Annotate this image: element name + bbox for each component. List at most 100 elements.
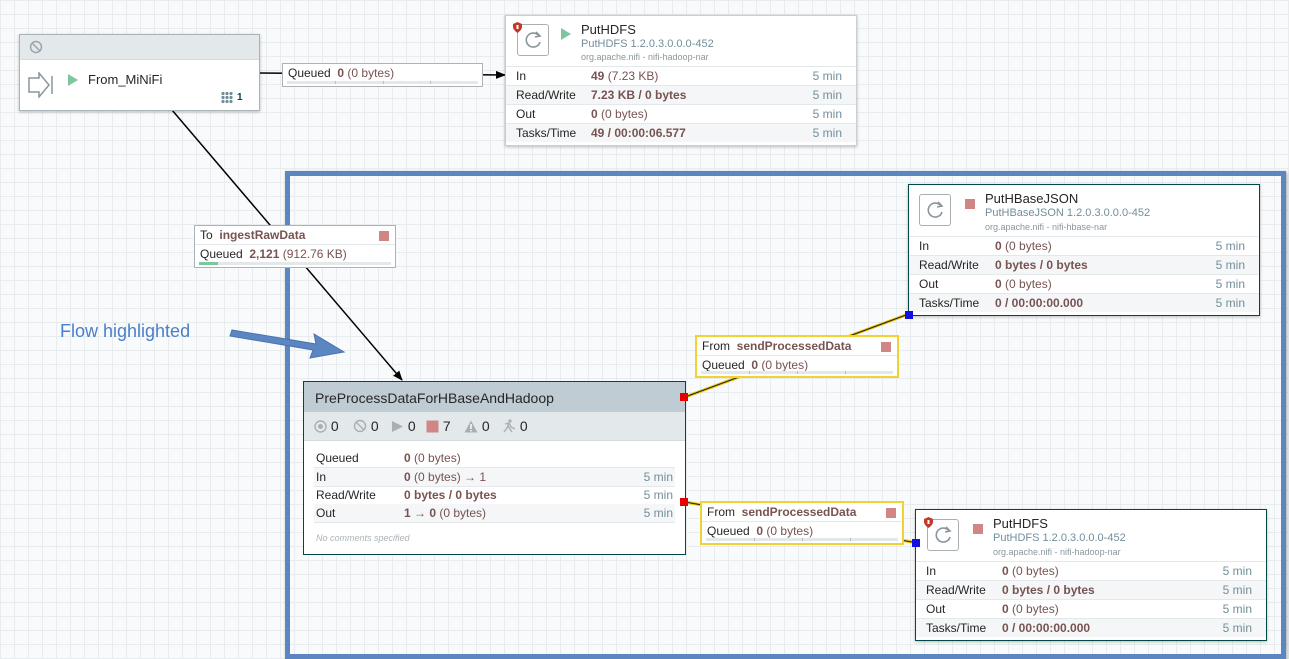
connection-label-top[interactable]: Queued 0 (0 bytes) [282, 63, 483, 87]
processor-type: PutHDFS 1.2.0.3.0.0.0-452 [993, 532, 1126, 544]
input-port-name: From_MiNiFi [88, 72, 163, 87]
processor-name: PutHDFS [581, 22, 636, 37]
stat-row-tasks: Tasks/Time 0 / 00:00:00.000 5 min [909, 293, 1259, 312]
stopped-icon [965, 199, 975, 209]
stat-row-tasks: Tasks/Time 0 / 00:00:00.000 5 min [916, 618, 1266, 637]
processor-icon [919, 194, 951, 226]
stat-row-in: In 0 (0 bytes) 5 min [909, 236, 1259, 255]
process-group-name: PreProcessDataForHBaseAndHadoop [315, 390, 554, 406]
refresh-icon [525, 31, 542, 48]
from-name: sendProcessedData [736, 339, 852, 353]
process-group-status-bar: 0 0 0 7 0 0 [304, 412, 685, 441]
queued-label: Queued [707, 524, 750, 538]
input-port-card[interactable]: From_MiNiFi 1 [19, 34, 260, 111]
running-icon [392, 421, 403, 432]
destination-port-icon [912, 539, 920, 547]
process-group[interactable]: PreProcessDataForHBaseAndHadoop 0 0 0 7 … [303, 381, 686, 555]
transmitting-icon [314, 420, 327, 433]
restricted-shield-icon [513, 22, 522, 33]
processor-stats: In 0 (0 bytes) 5 min Read/Write 0 bytes / 0… [909, 236, 1259, 312]
stopped-icon [973, 524, 983, 534]
pg-row-out: Out 1 → 0 (0 bytes) 5 min [314, 504, 675, 523]
queue-bar [706, 538, 898, 541]
processor-puthdfs-top[interactable]: PutHDFS PutHDFS 1.2.0.3.0.0.0-452 org.ap… [505, 15, 857, 146]
invalid-status: 0 [464, 418, 490, 434]
stat-row-in: In 0 (0 bytes) 5 min [916, 561, 1266, 580]
pg-row-readwrite: Read/Write 0 bytes / 0 bytes 5 min [314, 486, 675, 505]
processor-stats: In 49 (7.23 KB) 5 min Read/Write 7.23 KB / … [506, 66, 856, 142]
disabled-icon [503, 419, 516, 433]
input-port-icon [28, 72, 53, 98]
input-port-header [20, 35, 259, 60]
stat-row-out: Out 0 (0 bytes) 5 min [506, 104, 856, 123]
processor-type: PutHBaseJSON 1.2.0.3.0.0.0-452 [985, 207, 1151, 219]
stat-row-tasks: Tasks/Time 49 / 00:00:06.577 5 min [506, 123, 856, 142]
pg-row-in: In 0 (0 bytes) → 15 min [314, 468, 675, 487]
to-name: ingestRawData [219, 228, 306, 242]
processor-puthbasejson[interactable]: PutHBaseJSON PutHBaseJSON 1.2.0.3.0.0.0-… [908, 184, 1260, 316]
processor-name: PutHBaseJSON [985, 191, 1079, 206]
running-icon [561, 28, 571, 40]
not-transmitting-icon [353, 419, 367, 433]
stopped-icon [426, 420, 439, 433]
disabled-icon [29, 40, 43, 54]
queued-size: (0 bytes) [347, 66, 395, 80]
processor-bundle: org.apache.nifi - nifi-hadoop-nar [993, 547, 1121, 557]
stopped-status: 7 [426, 418, 451, 434]
destination-port-icon [905, 311, 913, 319]
processor-stats: In 0 (0 bytes) 5 min Read/Write 0 bytes / 0… [916, 561, 1266, 637]
queued-size: (0 bytes) [766, 524, 814, 538]
queued-size: (912.76 KB) [282, 247, 347, 261]
queued-label: Queued [200, 247, 243, 261]
from-label: From [707, 505, 735, 519]
restricted-shield-icon [924, 517, 933, 528]
transmitting-status: 0 [314, 418, 339, 434]
processor-type: PutHDFS 1.2.0.3.0.0.0-452 [581, 38, 714, 50]
disabled-status: 0 [503, 418, 528, 434]
processor-bundle: org.apache.nifi - nifi-hadoop-nar [581, 52, 709, 62]
annotation-text: Flow highlighted [60, 321, 191, 341]
refresh-icon [935, 526, 952, 543]
processor-bundle: org.apache.nifi - nifi-hbase-nar [985, 222, 1108, 232]
process-group-header: PreProcessDataForHBaseAndHadoop [304, 382, 685, 412]
to-label: To [200, 228, 213, 242]
stat-row-readwrite: Read/Write 7.23 KB / 0 bytes 5 min [506, 85, 856, 104]
stat-row-readwrite: Read/Write 0 bytes / 0 bytes 5 min [916, 580, 1266, 599]
queue-bar [287, 81, 478, 84]
queued-count: 2,121 [249, 247, 280, 261]
queue-bar [199, 262, 391, 265]
stopped-icon [886, 508, 896, 518]
not-transmitting-status: 0 [353, 418, 379, 434]
running-status: 0 [391, 418, 416, 434]
pg-row-queued: Queued 0 (0 bytes) [314, 449, 675, 468]
stat-row-out: Out 0 (0 bytes) 5 min [909, 274, 1259, 293]
refresh-icon [927, 201, 944, 218]
queue-bar [701, 371, 893, 374]
connection-label-send1[interactable]: From sendProcessedData Queued 0 (0 bytes… [695, 335, 899, 378]
stat-row-in: In 49 (7.23 KB) 5 min [506, 66, 856, 85]
queued-label: Queued [288, 66, 331, 80]
queued-label: Queued [702, 358, 745, 372]
running-icon [68, 74, 78, 86]
processor-name: PutHDFS [993, 516, 1048, 531]
stopped-icon [379, 231, 389, 241]
from-name: sendProcessedData [741, 505, 857, 519]
queued-count: 0 [337, 66, 345, 80]
stat-row-readwrite: Read/Write 0 bytes / 0 bytes 5 min [909, 255, 1259, 274]
queued-count: 0 [751, 358, 759, 372]
from-label: From [702, 339, 730, 353]
queued-count: 0 [756, 524, 764, 538]
warning-icon [464, 420, 478, 433]
stopped-icon [881, 342, 891, 352]
connection-label-ingest[interactable]: To ingestRawData Queued 2,121 (912.76 KB… [194, 225, 396, 268]
output-port-icon [680, 393, 688, 401]
remote-ports-count: 1 [237, 92, 243, 103]
processor-puthdfs-bottom[interactable]: PutHDFS PutHDFS 1.2.0.3.0.0.0-452 org.ap… [915, 509, 1267, 641]
queued-size: (0 bytes) [761, 358, 809, 372]
remote-ports-icon [221, 91, 233, 104]
connection-label-send2[interactable]: From sendProcessedData Queued 0 (0 bytes… [700, 501, 904, 545]
annotation-arrow-icon [229, 329, 346, 359]
process-group-comments: No comments specified [316, 533, 410, 543]
output-port-icon [680, 498, 688, 506]
stat-row-out: Out 0 (0 bytes) 5 min [916, 599, 1266, 618]
